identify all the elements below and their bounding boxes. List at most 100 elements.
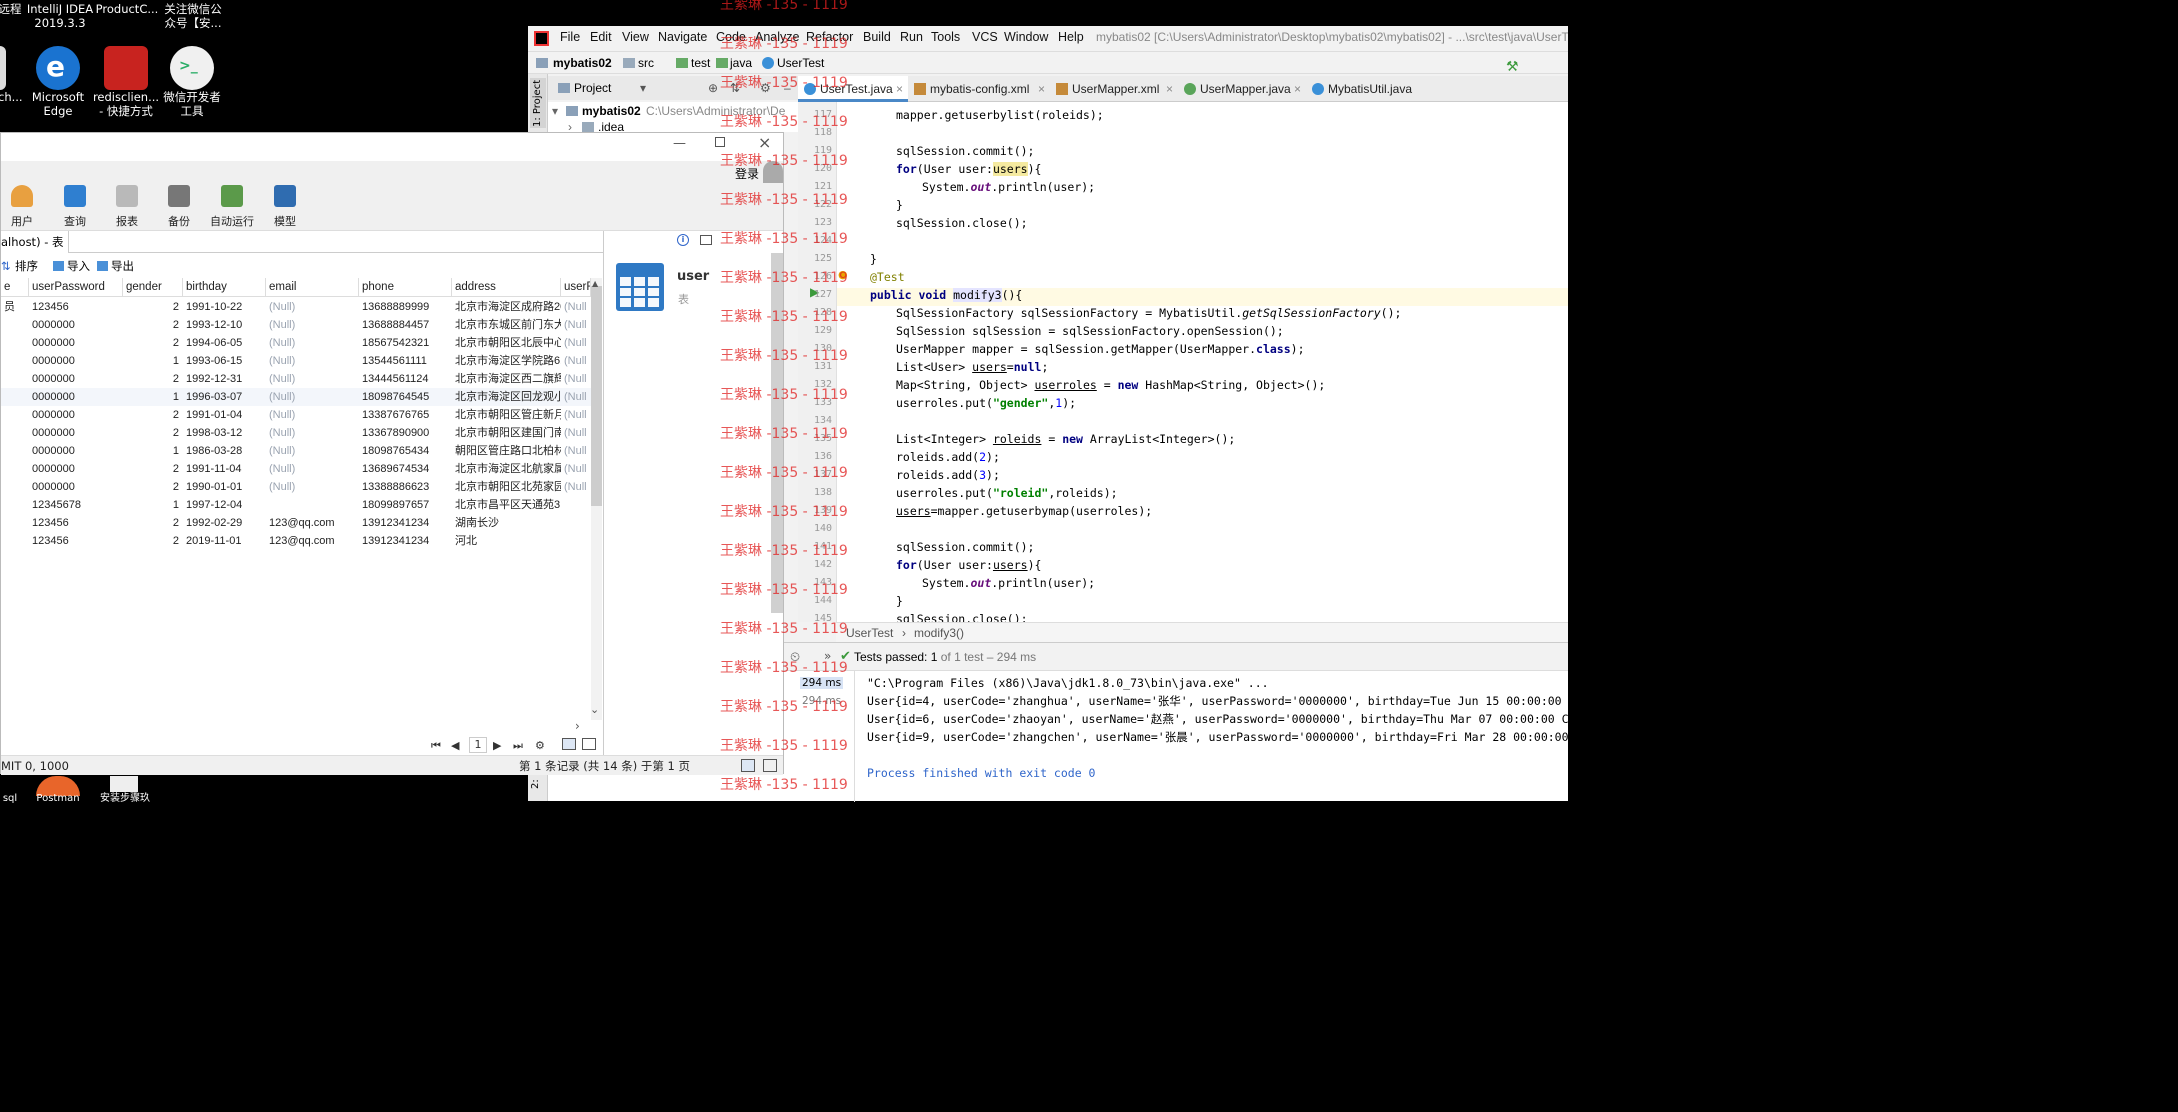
sort-button[interactable]: 排序 <box>15 257 38 275</box>
table-cell[interactable]: 2 <box>123 334 183 352</box>
table-cell[interactable]: (Null <box>561 406 591 424</box>
tab-usermapper-java[interactable]: UserMapper.java × <box>1178 76 1306 102</box>
desktop-icon-label-productc[interactable]: ProductC... <box>92 2 162 16</box>
table-cell[interactable] <box>1 424 29 442</box>
table-cell[interactable]: 1991-01-04 <box>183 406 266 424</box>
table-row[interactable]: 0000000 2 1991-11-04 (Null) 13689674534 北京市海淀… <box>1 460 591 478</box>
minimize-icon[interactable]: — <box>673 136 686 151</box>
edge-icon[interactable]: e <box>36 46 80 90</box>
table-cell[interactable]: 123456 <box>29 514 123 532</box>
tab-mybatis-config[interactable]: mybatis-config.xml × <box>908 76 1050 102</box>
table-cell[interactable]: 123456 <box>29 532 123 550</box>
menu-window[interactable]: Window <box>1004 30 1048 44</box>
toolbar-automation-button[interactable]: 自动运行 <box>202 185 262 229</box>
crumb-project[interactable]: mybatis02 <box>553 52 612 74</box>
table-cell[interactable] <box>1 532 29 550</box>
chevron-down-icon[interactable]: ▾ <box>640 76 646 100</box>
table-cell[interactable]: 0000000 <box>29 478 123 496</box>
crumb-test[interactable]: test <box>691 52 710 74</box>
table-cell[interactable] <box>1 388 29 406</box>
ddl-icon[interactable] <box>700 235 712 245</box>
table-row[interactable]: 0000000 2 1992-12-31 (Null) 13444561124 北京市海淀… <box>1 370 591 388</box>
table-row[interactable]: 员 123456 2 1991-10-22 (Null) 13688889999 北京市海淀… <box>1 298 591 316</box>
table-row[interactable]: 12345678 1 1997-12-04 18099897657 北京市昌平区天通苑3 <box>1 496 591 514</box>
table-row[interactable]: 0000000 2 1990-01-01 (Null) 13388886623 北京市朝阳… <box>1 478 591 496</box>
table-cell[interactable]: 18099897657 <box>359 496 452 514</box>
table-cell[interactable]: 1991-11-04 <box>183 460 266 478</box>
table-cell[interactable]: (Null) <box>266 352 359 370</box>
table-cell[interactable]: 13688889999 <box>359 298 452 316</box>
table-cell[interactable]: 0000000 <box>29 406 123 424</box>
table-cell[interactable]: 0000000 <box>29 388 123 406</box>
table-cell[interactable]: 2 <box>123 532 183 550</box>
table-cell[interactable]: 2 <box>123 478 183 496</box>
table-cell[interactable]: 朝阳区管庄路口北柏林 <box>452 442 561 460</box>
table-cell[interactable]: (Null) <box>266 424 359 442</box>
table-cell[interactable]: 13912341234 <box>359 532 452 550</box>
table-cell[interactable]: 13912341234 <box>359 514 452 532</box>
table-cell[interactable]: (Null) <box>266 406 359 424</box>
table-cell[interactable]: 2 <box>123 406 183 424</box>
table-row[interactable]: 0000000 2 1993-12-10 (Null) 13688884457 北京市东城… <box>1 316 591 334</box>
table-cell[interactable]: 1994-06-05 <box>183 334 266 352</box>
scrollbar-thumb[interactable] <box>591 286 602 506</box>
table-cell[interactable]: 13444561124 <box>359 370 452 388</box>
table-cell[interactable]: 1993-12-10 <box>183 316 266 334</box>
table-cell[interactable]: (Null <box>561 352 591 370</box>
project-tool-button[interactable]: 1: Project <box>530 78 546 128</box>
import-button[interactable]: 导入 <box>67 257 90 275</box>
table-cell[interactable]: (Null) <box>266 316 359 334</box>
chevron-down-icon[interactable]: ▾ <box>552 102 558 120</box>
table-cell[interactable]: 1993-06-15 <box>183 352 266 370</box>
table-cell[interactable]: 0000000 <box>29 442 123 460</box>
table-cell[interactable]: 2 <box>123 514 183 532</box>
crumb-java[interactable]: java <box>730 52 752 74</box>
column-header[interactable]: userR <box>561 278 591 296</box>
scroll-right-icon[interactable]: › <box>575 719 580 733</box>
menu-view[interactable]: View <box>622 30 649 44</box>
table-cell[interactable]: 13367890900 <box>359 424 452 442</box>
page-number-input[interactable]: 1 <box>469 737 487 753</box>
table-cell[interactable]: 0000000 <box>29 316 123 334</box>
locate-icon[interactable]: ⊕ <box>708 76 718 100</box>
table-cell[interactable]: 北京市海淀区学院路61 <box>452 352 561 370</box>
table-row[interactable]: 0000000 1 1986-03-28 (Null) 18098765434 朝阳区管庄… <box>1 442 591 460</box>
menu-vcs[interactable]: VCS <box>972 30 998 44</box>
table-cell[interactable]: (Null) <box>266 442 359 460</box>
code-editor[interactable]: mapper.getuserbylist(roleids); sqlSessio… <box>798 102 1568 622</box>
menu-edit[interactable]: Edit <box>590 30 612 44</box>
table-cell[interactable]: 13688884457 <box>359 316 452 334</box>
column-header[interactable]: e <box>1 278 29 296</box>
menu-run[interactable]: Run <box>900 30 923 44</box>
table-cell[interactable]: (Null) <box>266 298 359 316</box>
next-page-icon[interactable]: ▶ <box>493 737 501 755</box>
menu-tools[interactable]: Tools <box>931 30 960 44</box>
table-cell[interactable]: (Null <box>561 316 591 334</box>
table-cell[interactable]: 2 <box>123 370 183 388</box>
redis-client-icon[interactable] <box>104 46 148 90</box>
toolbar-report-button[interactable]: 报表 <box>97 185 157 229</box>
column-header[interactable]: userPassword <box>29 278 123 296</box>
table-cell[interactable]: 0000000 <box>29 352 123 370</box>
table-cell[interactable]: 13388886623 <box>359 478 452 496</box>
maximize-icon[interactable] <box>715 137 725 147</box>
table-cell[interactable]: 1992-02-29 <box>183 514 266 532</box>
remote-desktop-icon[interactable] <box>0 46 6 90</box>
table-cell[interactable]: (Null <box>561 388 591 406</box>
table-tab[interactable]: alhost) - 表 <box>1 231 69 253</box>
table-cell[interactable]: 1 <box>123 442 183 460</box>
table-cell[interactable]: 18098765434 <box>359 442 452 460</box>
table-cell[interactable]: 1 <box>123 352 183 370</box>
table-cell[interactable]: 123@qq.com <box>266 514 359 532</box>
table-cell[interactable]: 0000000 <box>29 424 123 442</box>
table-cell[interactable] <box>561 496 591 514</box>
table-cell[interactable] <box>1 406 29 424</box>
column-header[interactable]: phone <box>359 278 452 296</box>
table-cell[interactable]: 北京市海淀区成府路20 <box>452 298 561 316</box>
crumb-method[interactable]: modify3() <box>914 623 964 643</box>
table-cell[interactable]: 123@qq.com <box>266 532 359 550</box>
table-cell[interactable] <box>1 352 29 370</box>
table-cell[interactable]: 123456 <box>29 298 123 316</box>
wechat-devtools-icon[interactable]: >_ <box>170 46 214 90</box>
table-cell[interactable]: 1986-03-28 <box>183 442 266 460</box>
